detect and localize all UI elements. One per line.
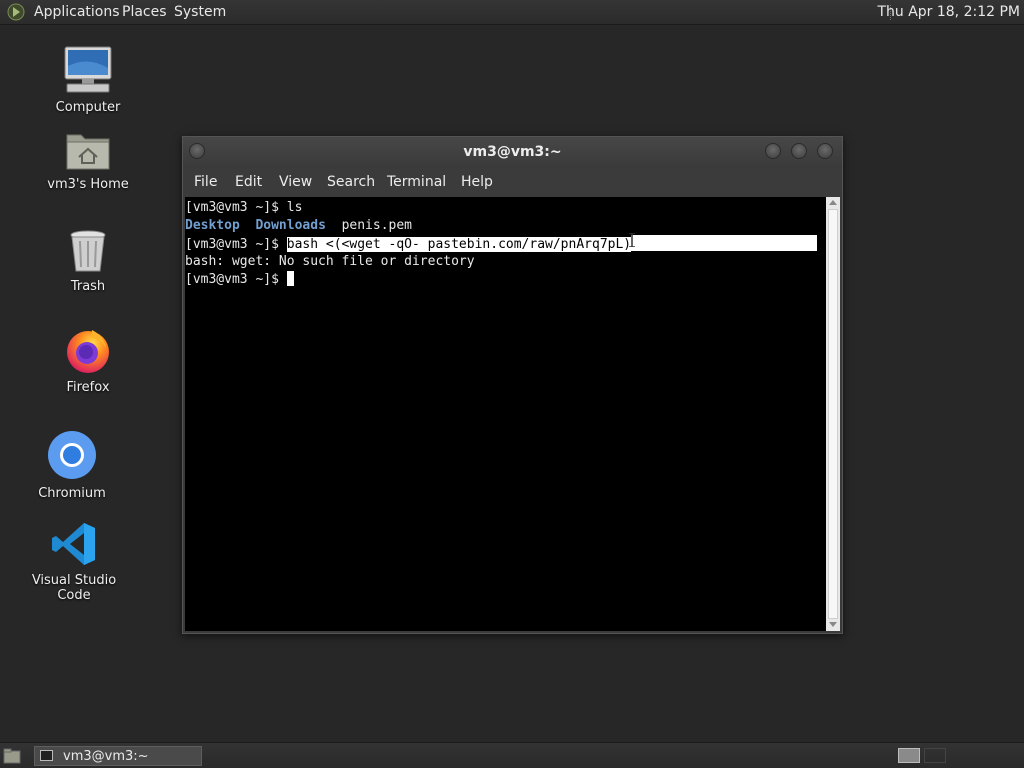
desktop-icon-label: Chromium	[38, 486, 106, 501]
home-folder-icon	[66, 134, 110, 170]
scroll-down-arrow-icon[interactable]	[829, 622, 837, 627]
ls-file-entry: penis.pem	[341, 218, 413, 233]
desktop-icon-label: Computer	[55, 100, 121, 115]
top-panel: Applications Places System Thu Apr 18, 2…	[0, 0, 1024, 25]
bottom-panel: vm3@vm3:~	[0, 742, 1024, 768]
prompt: [vm3@vm3 ~]$	[185, 200, 287, 215]
error-output: bash: wget: No such file or directory	[185, 254, 475, 269]
desktop-icon-vscode[interactable]: Visual Studio Code	[14, 521, 134, 603]
ls-dir-entry: Downloads	[255, 218, 326, 233]
workspace-1[interactable]	[898, 748, 920, 763]
ls-dir-entry: Desktop	[185, 218, 240, 233]
firefox-icon	[67, 330, 109, 373]
close-button[interactable]	[817, 143, 833, 159]
desktop-icon-home[interactable]: vm3's Home	[28, 129, 148, 192]
menu-search[interactable]: Search	[327, 174, 375, 190]
scroll-thumb[interactable]	[828, 209, 838, 619]
taskbar-item-terminal[interactable]: vm3@vm3:~	[34, 746, 202, 766]
window-menubar: File Edit View Search Terminal Help	[183, 168, 842, 196]
selection-fill	[631, 235, 818, 251]
terminal-line: Desktop Downloads penis.pem	[185, 217, 412, 235]
desktop-icon-label: Trash	[70, 279, 106, 294]
ibeam-cursor-icon	[629, 233, 635, 247]
text-cursor	[286, 271, 294, 286]
menu-applications[interactable]: Applications	[34, 4, 120, 20]
desktop-icon-trash[interactable]: Trash	[28, 229, 148, 294]
desktop-icon-chromium[interactable]: Chromium	[12, 430, 132, 501]
desktop-icon-label: Visual Studio Code	[31, 573, 117, 603]
prompt: [vm3@vm3 ~]$	[185, 272, 287, 287]
show-desktop-icon[interactable]	[3, 748, 21, 764]
computer-icon	[64, 46, 112, 93]
menu-edit[interactable]: Edit	[235, 174, 262, 190]
menu-system[interactable]: System	[174, 4, 226, 20]
terminal-line: [vm3@vm3 ~]$ bash <(<wget -qO- pastebin.…	[185, 235, 826, 253]
window-titlebar[interactable]: vm3@vm3:~	[183, 137, 842, 168]
menu-places[interactable]: Places	[122, 4, 167, 20]
terminal-scrollbar[interactable]	[826, 197, 840, 631]
clock[interactable]: Thu Apr 18, 2:12 PM	[877, 4, 1020, 20]
chromium-icon	[48, 431, 96, 479]
command: ls	[286, 200, 303, 215]
desktop-icon-label: vm3's Home	[47, 177, 129, 192]
workspace-2[interactable]	[924, 748, 946, 763]
desktop-icon-label: Firefox	[66, 380, 110, 395]
menu-file[interactable]: File	[194, 174, 217, 190]
menu-terminal[interactable]: Terminal	[387, 174, 446, 190]
scroll-up-arrow-icon[interactable]	[829, 200, 837, 205]
prompt: [vm3@vm3 ~]$	[185, 237, 287, 252]
minimize-button[interactable]	[765, 143, 781, 159]
terminal-line: [vm3@vm3 ~]$	[185, 271, 294, 289]
maximize-button[interactable]	[791, 143, 807, 159]
trash-icon	[70, 230, 106, 272]
vscode-icon	[52, 523, 95, 565]
terminal-icon	[40, 750, 53, 761]
taskbar-item-label: vm3@vm3:~	[63, 749, 149, 764]
terminal-line: bash: wget: No such file or directory	[185, 253, 475, 271]
menu-view[interactable]: View	[279, 174, 312, 190]
terminal-output[interactable]: [vm3@vm3 ~]$ ls Desktop Downloads penis.…	[185, 197, 826, 631]
window-title: vm3@vm3:~	[463, 144, 562, 160]
desktop-icon-firefox[interactable]: Firefox	[28, 326, 148, 395]
selected-command[interactable]: bash <(<wget -qO- pastebin.com/raw/pnArq…	[286, 237, 632, 252]
applications-logo-icon[interactable]	[7, 3, 25, 21]
terminal-line: [vm3@vm3 ~]$ ls	[185, 199, 302, 217]
terminal-window[interactable]: vm3@vm3:~ File Edit View Search Terminal…	[182, 136, 843, 634]
menu-help[interactable]: Help	[461, 174, 493, 190]
desktop-icon-computer[interactable]: Computer	[28, 46, 148, 115]
